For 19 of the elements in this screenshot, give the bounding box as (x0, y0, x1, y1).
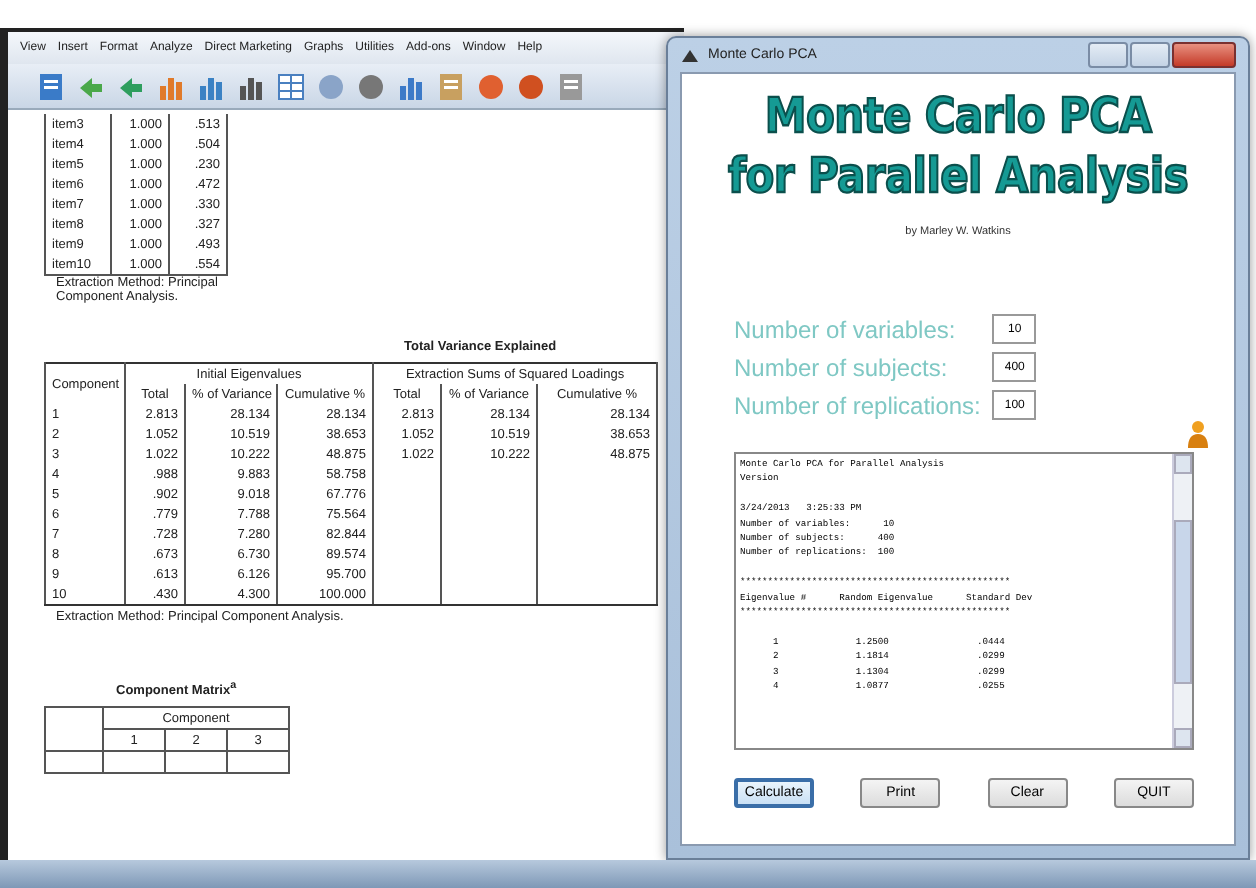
field-label: Number of replications: (734, 391, 981, 419)
document-icon[interactable] (36, 71, 66, 101)
app-headline: for Parallel Analysis (727, 146, 1189, 208)
person-icon (1186, 420, 1210, 448)
field-label: Number of variables: (734, 315, 958, 343)
app-icon (680, 46, 700, 64)
circle-icon[interactable] (316, 71, 346, 101)
circle-icon[interactable] (516, 71, 546, 101)
table-icon[interactable] (276, 71, 306, 101)
minimize-button[interactable] (1088, 42, 1128, 68)
app-headline: Monte Carlo PCA (764, 86, 1152, 148)
circle-icon[interactable] (476, 71, 506, 101)
field-label: Number of subjects: (734, 353, 950, 381)
maximize-button[interactable] (1130, 42, 1170, 68)
close-button[interactable] (1172, 42, 1236, 68)
document-icon[interactable] (556, 71, 586, 101)
scrollbar[interactable] (1172, 454, 1192, 748)
document-icon[interactable] (436, 71, 466, 101)
circle-icon[interactable] (356, 71, 386, 101)
